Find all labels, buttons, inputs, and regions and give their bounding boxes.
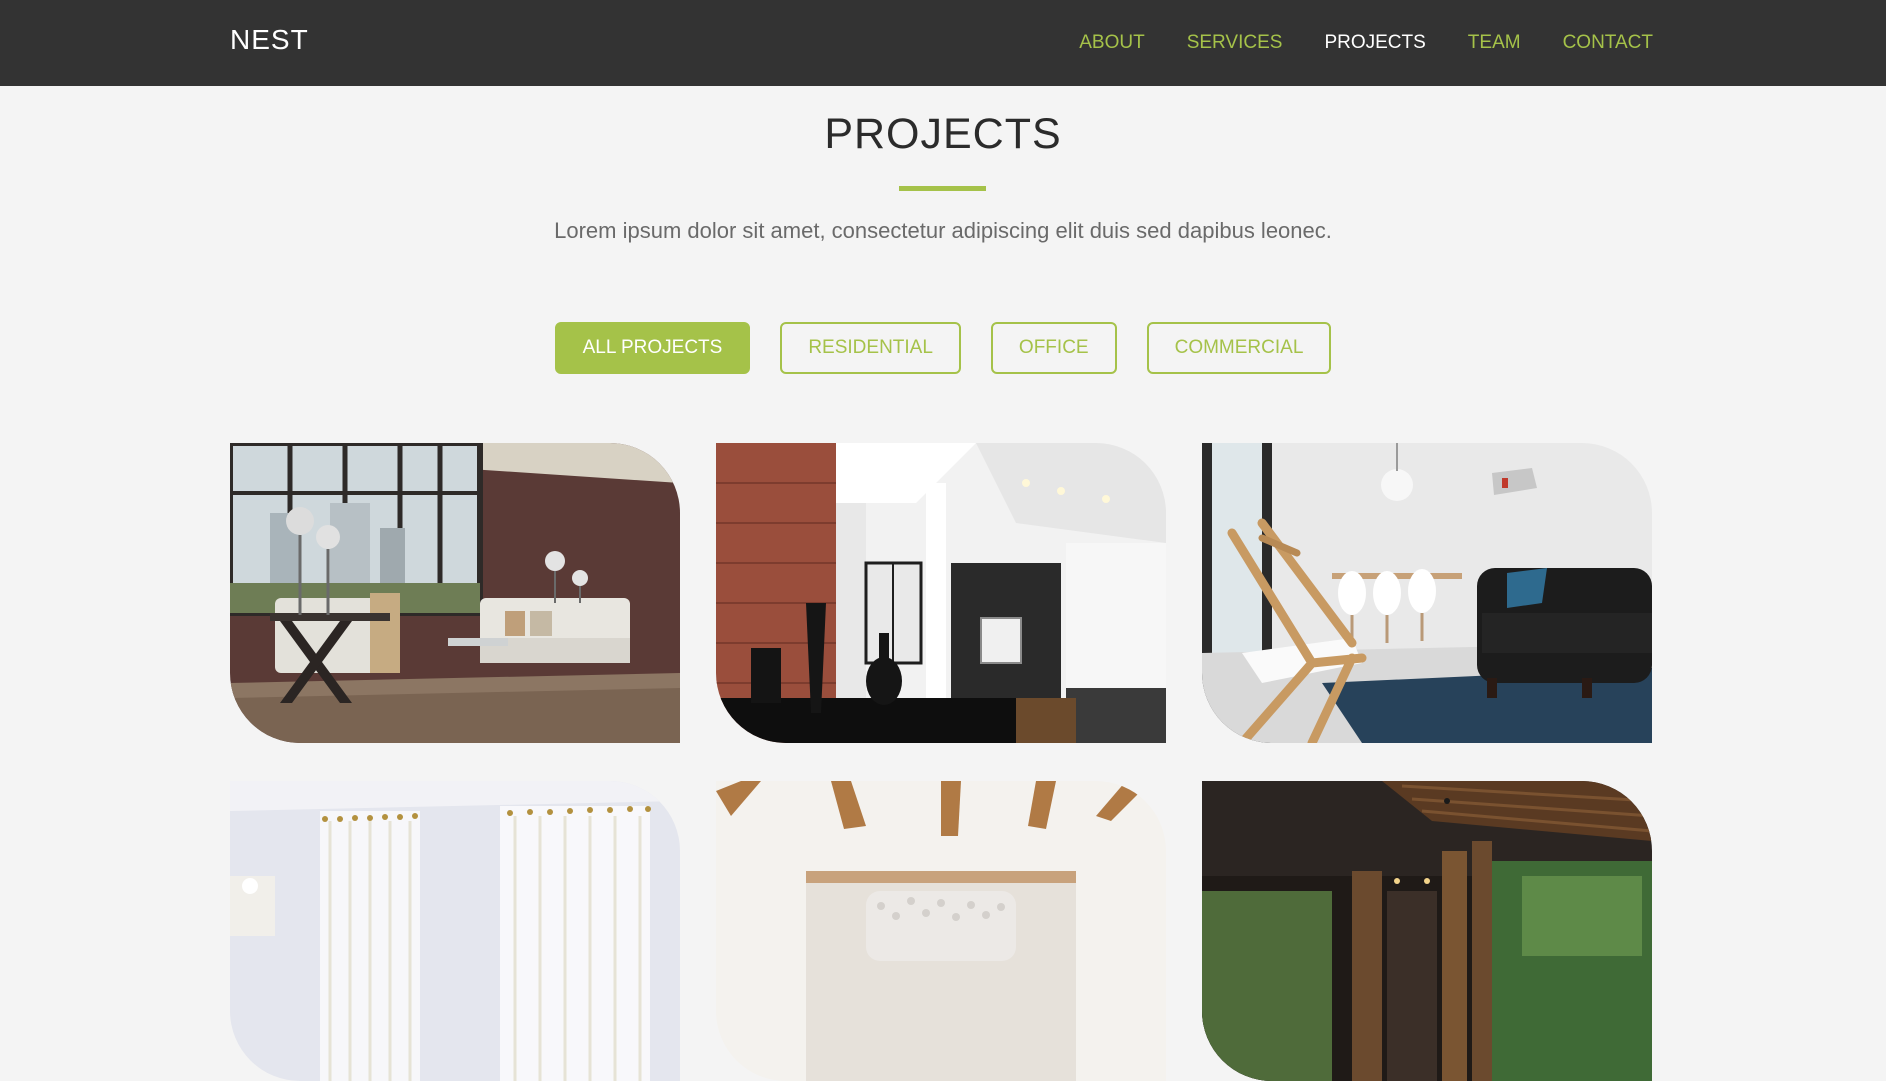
nav-item-projects[interactable]: PROJECTS: [1324, 32, 1425, 54]
project-grid: [230, 443, 1653, 1081]
project-card-beamed-room[interactable]: [716, 781, 1166, 1081]
project-image-beamed-room: [716, 781, 1166, 1081]
project-card-loft[interactable]: [716, 443, 1166, 743]
section-title: PROJECTS: [824, 110, 1062, 158]
project-image-porch: [1202, 781, 1652, 1081]
nav-menu: ABOUT SERVICES PROJECTS TEAM CONTACT: [1037, 0, 1653, 86]
nav-item-team[interactable]: TEAM: [1468, 32, 1521, 54]
section-subtitle: Lorem ipsum dolor sit amet, consectetur …: [554, 218, 1332, 243]
nav-item-contact[interactable]: CONTACT: [1563, 32, 1653, 54]
nav-item-services[interactable]: SERVICES: [1187, 32, 1283, 54]
filter-residential-button[interactable]: RESIDENTIAL: [780, 322, 961, 374]
project-filters: ALL PROJECTS RESIDENTIAL OFFICE COMMERCI…: [0, 322, 1886, 374]
brand-logo[interactable]: NEST: [230, 24, 309, 56]
project-image-dining-room: [1202, 443, 1652, 743]
project-image-loft: [716, 443, 1166, 743]
filter-commercial-button[interactable]: COMMERCIAL: [1146, 322, 1332, 374]
filter-office-button[interactable]: OFFICE: [990, 322, 1117, 374]
project-image-bright-room: [230, 781, 680, 1081]
nav-item-about[interactable]: ABOUT: [1079, 32, 1144, 54]
project-image-living-room: [230, 443, 680, 743]
navbar: NEST ABOUT SERVICES PROJECTS TEAM CONTAC…: [0, 0, 1886, 86]
project-card-porch[interactable]: [1202, 781, 1652, 1081]
project-card-living-room[interactable]: [230, 443, 680, 743]
filter-all-projects-button[interactable]: ALL PROJECTS: [554, 322, 751, 374]
title-underline: [899, 186, 986, 191]
project-card-dining-room[interactable]: [1202, 443, 1652, 743]
project-card-bright-room[interactable]: [230, 781, 680, 1081]
